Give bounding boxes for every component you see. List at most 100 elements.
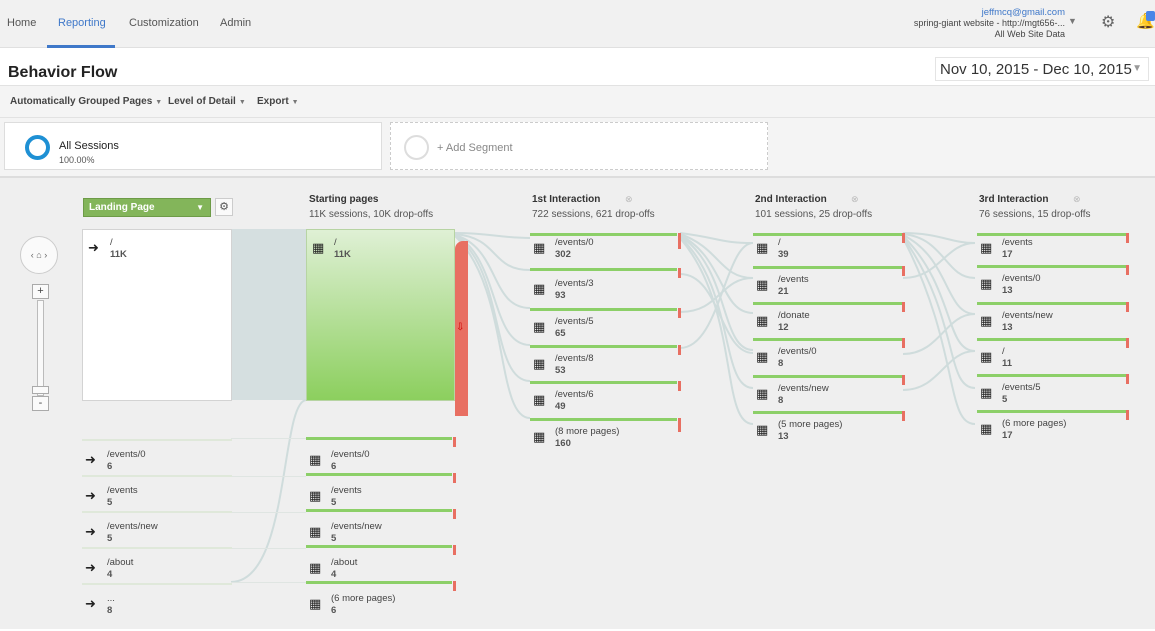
node-value: 12	[778, 322, 789, 333]
node-value: 5	[331, 497, 337, 508]
add-segment-button[interactable]: + Add Segment	[390, 122, 768, 170]
node-value: 160	[555, 438, 571, 449]
empty-ring-icon	[404, 135, 429, 160]
zoom-out-button[interactable]: -	[32, 396, 49, 411]
segment-percent: 100.00%	[59, 155, 95, 165]
segment-bar: All Sessions 100.00% + Add Segment	[0, 118, 1155, 176]
drop-off-marker	[1126, 233, 1129, 243]
node-bar	[530, 345, 677, 348]
starting-node-main[interactable]	[306, 229, 455, 401]
drop-off-marker	[453, 509, 456, 519]
export-menu[interactable]: Export ▼	[257, 96, 299, 107]
node-bar	[82, 439, 232, 441]
active-tab-indicator	[47, 45, 115, 48]
column-title-interaction-3: 3rd Interaction	[979, 194, 1049, 205]
page-title: Behavior Flow	[8, 64, 118, 81]
drop-off-marker	[1126, 302, 1129, 312]
node-label: /events	[778, 274, 809, 285]
close-icon[interactable]: ⊗	[851, 194, 859, 205]
drop-off-marker	[902, 302, 905, 312]
gear-icon[interactable]: ⚙	[1101, 12, 1115, 32]
segment-name: All Sessions	[59, 140, 119, 152]
node-label: /donate	[778, 310, 810, 321]
node-bar	[753, 266, 902, 269]
page-table-icon: ▦	[533, 392, 546, 407]
behavior-flow-canvas[interactable]: Landing Page ▼ ⚙ Starting pages 11K sess…	[0, 176, 1155, 629]
drop-off-marker	[1126, 374, 1129, 384]
node-label: /events/new	[778, 383, 829, 394]
drop-off-marker	[678, 308, 681, 318]
page-table-icon: ▦	[309, 488, 322, 503]
node-label: /events/0	[555, 237, 594, 248]
node-value: 5	[331, 533, 337, 544]
zoom-slider-track[interactable]	[37, 300, 44, 396]
node-label: /events/5	[1002, 382, 1041, 393]
segment-ring-icon	[25, 135, 50, 160]
landing-node-main[interactable]	[82, 229, 232, 401]
node-label: ...	[107, 593, 115, 604]
node-bar	[977, 410, 1126, 413]
drop-off-marker	[678, 345, 681, 355]
node-label: /events/0	[331, 449, 370, 460]
page-table-icon: ▦	[756, 313, 769, 328]
nav-home[interactable]: Home	[7, 17, 36, 29]
drop-off-marker	[902, 338, 905, 348]
page-table-icon: ▦	[533, 429, 546, 444]
node-label: (5 more pages)	[778, 419, 843, 430]
node-value: 302	[555, 249, 571, 260]
segment-all-sessions[interactable]: All Sessions 100.00%	[4, 122, 382, 170]
node-value: 39	[778, 249, 789, 260]
node-bar	[530, 418, 677, 421]
node-value: 6	[331, 605, 337, 616]
chevron-down-icon[interactable]: ▼	[1068, 16, 1077, 26]
node-label: /events/new	[107, 521, 158, 532]
column-sub-interaction-1: 722 sessions, 621 drop-offs	[532, 209, 655, 220]
nav-admin[interactable]: Admin	[220, 17, 251, 29]
node-bar	[82, 583, 232, 585]
zoom-in-button[interactable]: +	[32, 284, 49, 299]
node-value: 4	[107, 569, 113, 580]
nav-reporting[interactable]: Reporting	[58, 17, 106, 29]
export-label: Export	[257, 96, 289, 107]
node-label: /	[1002, 346, 1005, 357]
node-label: /about	[331, 557, 358, 568]
drop-off-marker	[902, 233, 905, 243]
chevron-down-icon: ▼	[291, 99, 299, 106]
node-bar	[753, 411, 902, 414]
settings-icon[interactable]: ⚙	[215, 198, 233, 216]
page-table-icon: ▦	[533, 240, 546, 255]
column-title-interaction-2: 2nd Interaction	[755, 194, 827, 205]
node-label: /events/5	[555, 316, 594, 327]
landing-arrow-icon: ➜	[85, 596, 96, 611]
node-label: /	[110, 237, 113, 248]
grouped-pages-menu[interactable]: Automatically Grouped Pages ▼	[10, 96, 162, 107]
node-value: 65	[555, 328, 566, 339]
drop-off-marker	[1126, 410, 1129, 420]
grouped-pages-label: Automatically Grouped Pages	[10, 96, 153, 107]
node-label: (6 more pages)	[1002, 418, 1067, 429]
node-value: 11K	[334, 249, 351, 260]
node-label: /events/0	[107, 449, 146, 460]
node-value: 13	[778, 431, 789, 442]
page-table-icon: ▦	[309, 452, 322, 467]
nav-customization[interactable]: Customization	[129, 17, 199, 29]
zoom-slider-handle[interactable]	[32, 386, 49, 394]
close-icon[interactable]: ⊗	[625, 194, 633, 205]
node-value: 5	[107, 497, 113, 508]
close-icon[interactable]: ⊗	[1073, 194, 1081, 205]
landing-page-dropdown[interactable]: Landing Page ▼	[83, 198, 211, 217]
landing-arrow-icon: ➜	[85, 524, 96, 539]
account-selector[interactable]: jeffmcq@gmail.com spring-giant website -…	[914, 7, 1065, 40]
page-table-icon: ▦	[533, 319, 546, 334]
account-property: spring-giant website - http://mgt656-...	[913, 18, 1065, 28]
node-label: /	[334, 237, 337, 248]
node-value: 8	[107, 605, 113, 616]
page-table-icon: ▦	[309, 596, 322, 611]
node-value: 21	[778, 286, 789, 297]
level-of-detail-menu[interactable]: Level of Detail ▼	[168, 96, 246, 107]
account-view: All Web Site Data	[994, 29, 1065, 39]
date-range-picker[interactable]: Nov 10, 2015 - Dec 10, 2015 ▼	[935, 57, 1149, 81]
node-label: /events/8	[555, 353, 594, 364]
pan-control[interactable]: ‹ ⌂ ›	[20, 236, 58, 274]
node-bar	[82, 547, 232, 549]
